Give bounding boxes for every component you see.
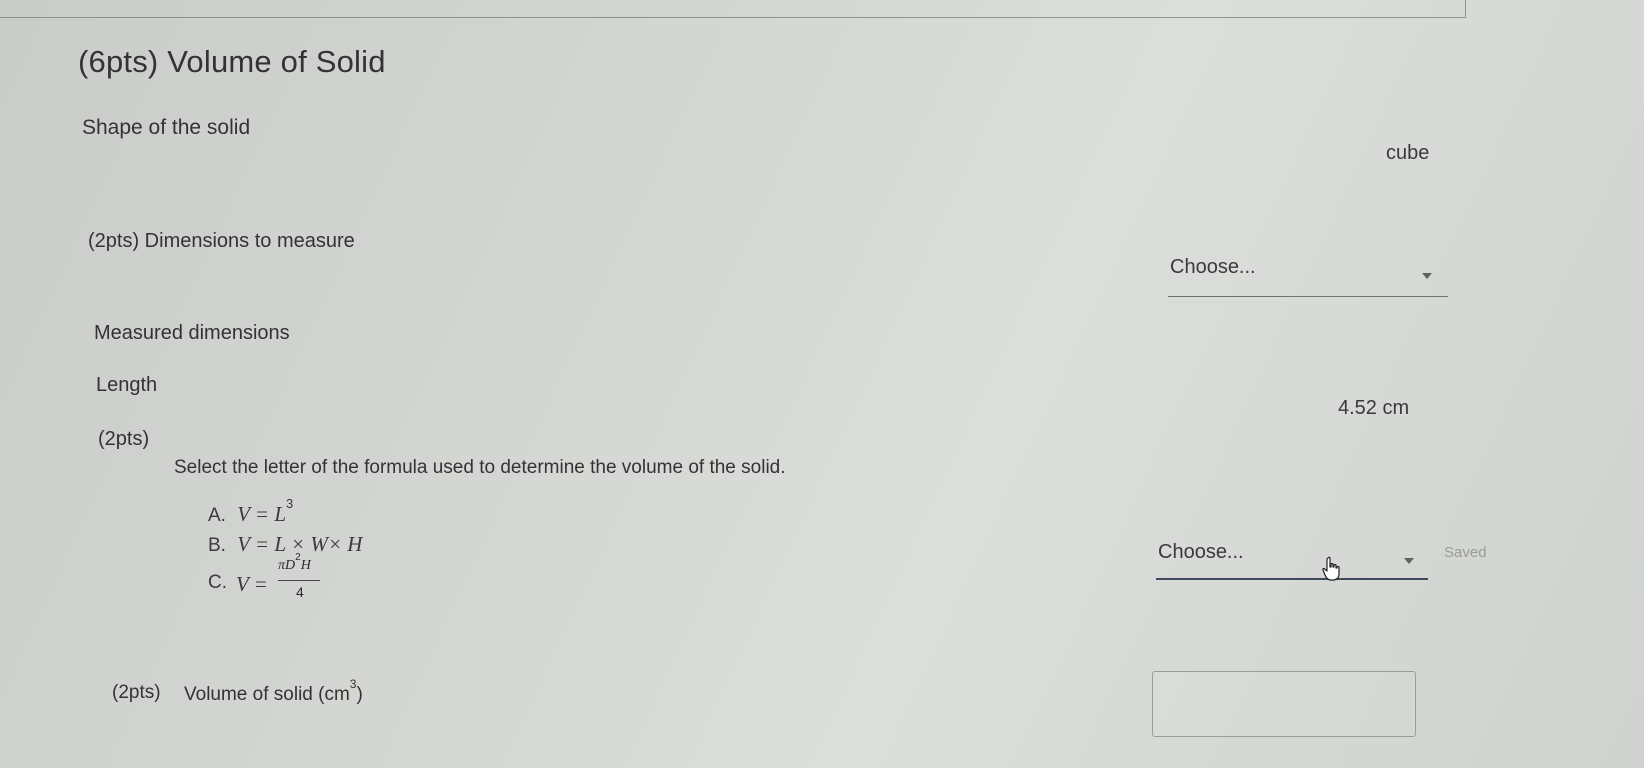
option-a-exponent: 3	[286, 496, 294, 511]
length-label: Length	[96, 374, 158, 396]
option-c-numerator-tail: H	[300, 558, 311, 573]
shape-label: Shape of the solid	[82, 116, 251, 139]
caret-down-icon	[1422, 273, 1432, 279]
hand-pointer-icon	[1320, 556, 1344, 587]
formula-option-a: A. V = L3	[208, 496, 293, 527]
option-b-letter: B.	[208, 535, 226, 556]
formula-option-b: B. V = L × W× H	[208, 532, 362, 557]
option-a-letter: A.	[208, 505, 226, 526]
volume-label: Volume of solid (cm3)	[184, 677, 363, 706]
measured-dimensions-label: Measured dimensions	[94, 322, 290, 344]
question-title: (6pts) Volume of Solid	[78, 44, 386, 79]
dimensions-label: (2pts) Dimensions to measure	[88, 230, 355, 252]
dimensions-select[interactable]: Choose...	[1168, 252, 1448, 297]
option-c-denominator: 4	[296, 584, 304, 600]
volume-points: (2pts)	[112, 682, 161, 703]
dimensions-select-value: Choose...	[1170, 256, 1256, 278]
formula-option-c-lhs: V =	[236, 572, 268, 597]
top-frame	[0, 0, 1466, 18]
fraction-bar	[278, 580, 320, 581]
formula-prompt: Select the letter of the formula used to…	[174, 457, 786, 478]
formula-option-c-letter: C.	[208, 572, 227, 593]
option-c-numerator: πD	[278, 558, 296, 573]
option-c-numerator-exp: 2	[295, 552, 301, 563]
saved-status: Saved	[1444, 544, 1487, 561]
option-c-lhs: V =	[236, 572, 268, 596]
volume-label-close: )	[356, 684, 363, 705]
formula-select[interactable]: Choose...	[1156, 538, 1428, 580]
volume-label-text: Volume of solid (cm	[184, 684, 350, 705]
option-a-formula: V = L	[237, 502, 287, 526]
shape-value: cube	[1386, 142, 1430, 164]
formula-option-c-numerator: πD2H	[278, 552, 311, 574]
length-value: 4.52 cm	[1338, 397, 1410, 419]
volume-unit-exponent: 3	[349, 677, 357, 691]
formula-points: (2pts)	[98, 428, 150, 450]
volume-input[interactable]	[1152, 671, 1416, 737]
formula-select-value: Choose...	[1158, 541, 1244, 563]
caret-down-icon	[1404, 558, 1414, 564]
